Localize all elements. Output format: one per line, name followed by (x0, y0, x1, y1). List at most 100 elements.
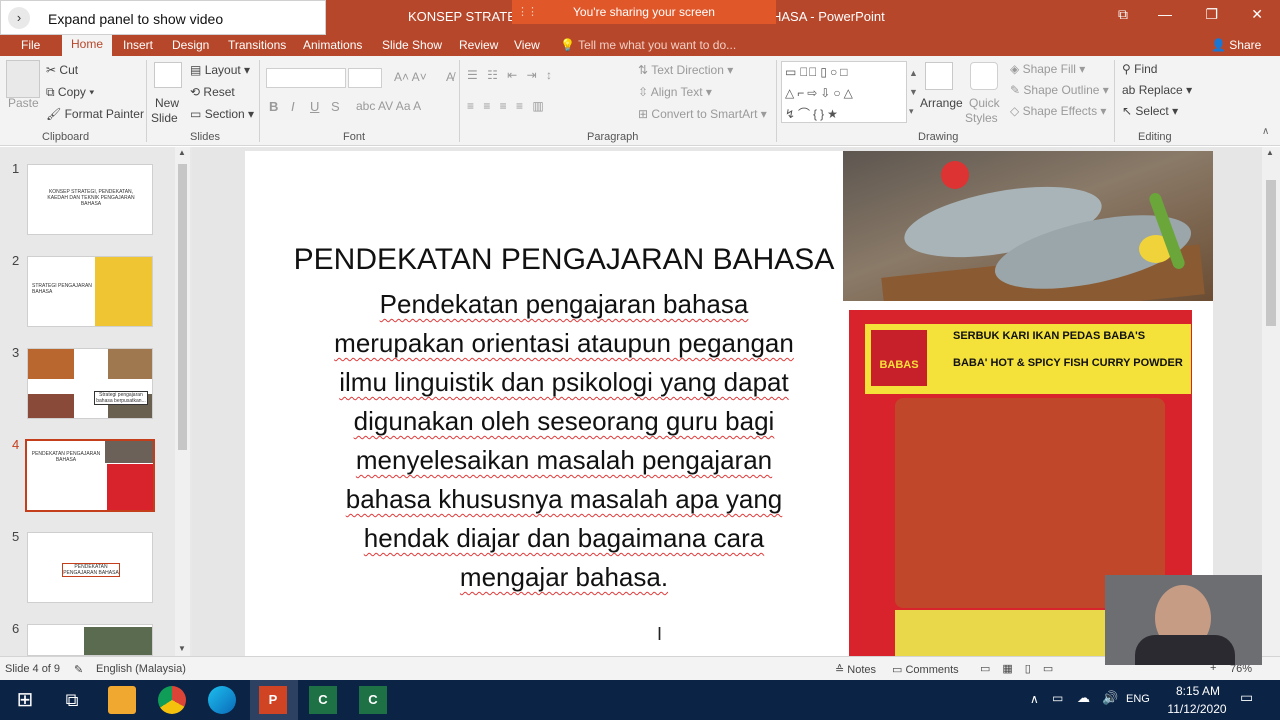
font-grow-icon[interactable]: A˄ A˅ (394, 70, 427, 84)
clear-format-icon[interactable]: A̸ (446, 70, 454, 84)
find-button[interactable]: ⚲ Find (1122, 62, 1157, 76)
close-button[interactable]: ✕ (1251, 6, 1263, 23)
slide-title[interactable]: PENDEKATAN PENGAJARAN BAHASA (245, 243, 883, 277)
slide-canvas[interactable]: PENDEKATAN PENGAJARAN BAHASA Pendekatan … (245, 151, 1213, 656)
shadow-button[interactable]: S (331, 99, 340, 114)
shape-effects-button[interactable]: ◇ Shape Effects ▾ (1010, 104, 1106, 118)
body-line: merupakan orientasi ataupun pegangan (334, 328, 794, 358)
text-direction-icon: ⇅ (638, 63, 649, 77)
collapse-ribbon-icon[interactable]: ∧ (1262, 126, 1269, 137)
share-button[interactable]: 👤 Share (1211, 38, 1261, 52)
clock-time[interactable]: 8:15 AM (1168, 684, 1228, 698)
restore-icon[interactable]: ⧉ (1118, 6, 1128, 23)
tab-transitions[interactable]: Transitions (228, 38, 286, 52)
task-view-icon[interactable]: ⧉ (58, 686, 86, 714)
quick-styles-button-line2[interactable]: Styles (965, 111, 998, 125)
body-line: mengajar bahasa. (459, 562, 669, 592)
scroll-down-icon[interactable]: ▼ (178, 644, 186, 653)
italic-button[interactable]: I (291, 99, 295, 114)
scroll-up-icon[interactable]: ▲ (1266, 148, 1274, 157)
tab-insert[interactable]: Insert (123, 38, 153, 52)
format-painter-button[interactable]: 🖌 Format Painter (46, 107, 144, 121)
tab-design[interactable]: Design (172, 38, 209, 52)
scrollbar-thumb[interactable] (178, 164, 187, 450)
convert-smartart-button[interactable]: ⊞ Convert to SmartArt ▾ (638, 107, 767, 121)
thumbnail-scrollbar[interactable]: ▲ ▼ (175, 147, 190, 656)
tab-animations[interactable]: Animations (303, 38, 362, 52)
scrollbar-thumb[interactable] (1266, 180, 1276, 326)
cloud-icon[interactable]: ☁ (1077, 690, 1090, 706)
tab-slide-show[interactable]: Slide Show (382, 38, 442, 52)
cut-button[interactable]: ✂ Cut (46, 63, 78, 77)
reset-button[interactable]: ⟲ Reset (190, 85, 235, 99)
edge-icon[interactable] (208, 686, 236, 714)
slide-thumbnail[interactable]: KONSEP STRATEGI, PENDEKATAN, KAEDAH DAN … (27, 164, 153, 235)
slide-thumbnail[interactable]: STRATEGI PENGAJARAN BAHASA (27, 256, 153, 327)
font-size-select[interactable] (348, 68, 382, 88)
find-label: Find (1134, 62, 1158, 76)
align-text-label: Align Text (650, 85, 703, 99)
text-direction-button[interactable]: ⇅ Text Direction ▾ (638, 63, 733, 77)
align-text-button[interactable]: ⇳ Align Text ▾ (638, 85, 712, 99)
expand-video-panel[interactable]: › Expand panel to show video (0, 0, 326, 35)
select-button[interactable]: ↖ Select ▾ (1122, 104, 1178, 118)
gallery-scroll-icon[interactable]: ▲ ▼ ▾ (909, 64, 918, 121)
screen-sharing-banner[interactable]: ⋮⋮ You're sharing your screen (512, 0, 776, 24)
replace-button[interactable]: ab Replace ▾ (1122, 83, 1192, 97)
arrange-button[interactable]: Arrange (920, 96, 963, 110)
tab-file[interactable]: File (21, 38, 40, 52)
fish-photo[interactable] (843, 151, 1213, 301)
slide-scrollbar[interactable]: ▲ (1262, 147, 1280, 656)
network-icon[interactable]: ▭ (1052, 691, 1063, 705)
tab-home[interactable]: Home (62, 33, 112, 56)
underline-button[interactable]: U (310, 99, 319, 114)
quick-styles-button[interactable]: Quick (969, 96, 1000, 110)
layout-icon: ▤ (190, 63, 202, 77)
tell-me-search[interactable]: 💡 Tell me what you want to do... (560, 38, 736, 52)
shape-outline-button[interactable]: ✎ Shape Outline ▾ (1010, 83, 1109, 97)
slide-thumbnail[interactable]: PENDEKATAN PENGAJARAN BAHASA (27, 532, 153, 603)
section-button[interactable]: ▭ Section ▾ (190, 107, 254, 121)
divider (459, 60, 460, 142)
bold-button[interactable]: B (269, 99, 278, 114)
new-slide-button-line2[interactable]: Slide (151, 111, 178, 125)
slide-body-text[interactable]: Pendekatan pengajaran bahasa merupakan o… (301, 285, 827, 597)
shapes-gallery[interactable]: ▭╲⃞▯○□ △⌐⇨⇩○△ ↯⌒{}★ (781, 61, 907, 123)
scroll-up-icon[interactable]: ▲ (178, 148, 186, 157)
store-icon[interactable] (108, 686, 136, 714)
slide-thumbnail[interactable] (27, 624, 153, 656)
list-icons[interactable]: ☰ ☷ ⇤ ⇥ ↕ (467, 68, 555, 82)
copy-button[interactable]: ⧉ Copy ▾ (46, 85, 94, 100)
tab-view[interactable]: View (514, 38, 540, 52)
shape-fill-button[interactable]: ◈ Shape Fill ▾ (1010, 62, 1085, 76)
minimize-button[interactable]: — (1158, 6, 1172, 22)
chrome-icon[interactable] (158, 686, 186, 714)
font-family-select[interactable] (266, 68, 346, 88)
language-indicator-taskbar[interactable]: ENG (1126, 693, 1150, 705)
font-misc-icons[interactable]: abc AV Aa A (356, 99, 421, 113)
maximize-button[interactable]: ❐ (1205, 6, 1218, 23)
powerpoint-icon[interactable]: P (259, 686, 287, 714)
tab-review[interactable]: Review (459, 38, 498, 52)
slide-thumbnail-selected[interactable]: PENDEKATAN PENGAJARAN BAHASA (25, 439, 155, 512)
paste-button[interactable]: Paste (8, 96, 39, 110)
camtasia-icon[interactable]: C (309, 686, 337, 714)
group-label-drawing: Drawing (918, 131, 959, 143)
volume-icon[interactable]: 🔊 (1102, 690, 1118, 706)
layout-button[interactable]: ▤ Layout ▾ (190, 63, 250, 77)
language-indicator[interactable]: English (Malaysia) (96, 663, 186, 675)
camtasia-recorder-icon[interactable]: C (359, 686, 387, 714)
comments-button[interactable]: ▭ Comments (892, 663, 959, 676)
spelling-icon[interactable]: ✎ (74, 663, 83, 676)
slide-thumbnail[interactable]: Strategi pengajaran bahasa berpusatkan..… (27, 348, 153, 419)
clock-date[interactable]: 11/12/2020 (1160, 702, 1234, 716)
quick-styles-icon (970, 62, 998, 90)
windows-start-icon[interactable]: ⊞ (11, 686, 39, 714)
thumb-number: 4 (12, 437, 20, 452)
notification-icon[interactable]: ▭ (1240, 689, 1253, 706)
new-slide-button[interactable]: New (155, 96, 179, 110)
view-buttons[interactable]: ▭▦▯▭ (980, 662, 1065, 675)
tray-chevron-icon[interactable]: ∧ (1030, 692, 1039, 706)
notes-button[interactable]: ≙ Notes (835, 663, 876, 676)
align-icons[interactable]: ≡ ≡ ≡ ≡ ▥ (467, 99, 547, 113)
